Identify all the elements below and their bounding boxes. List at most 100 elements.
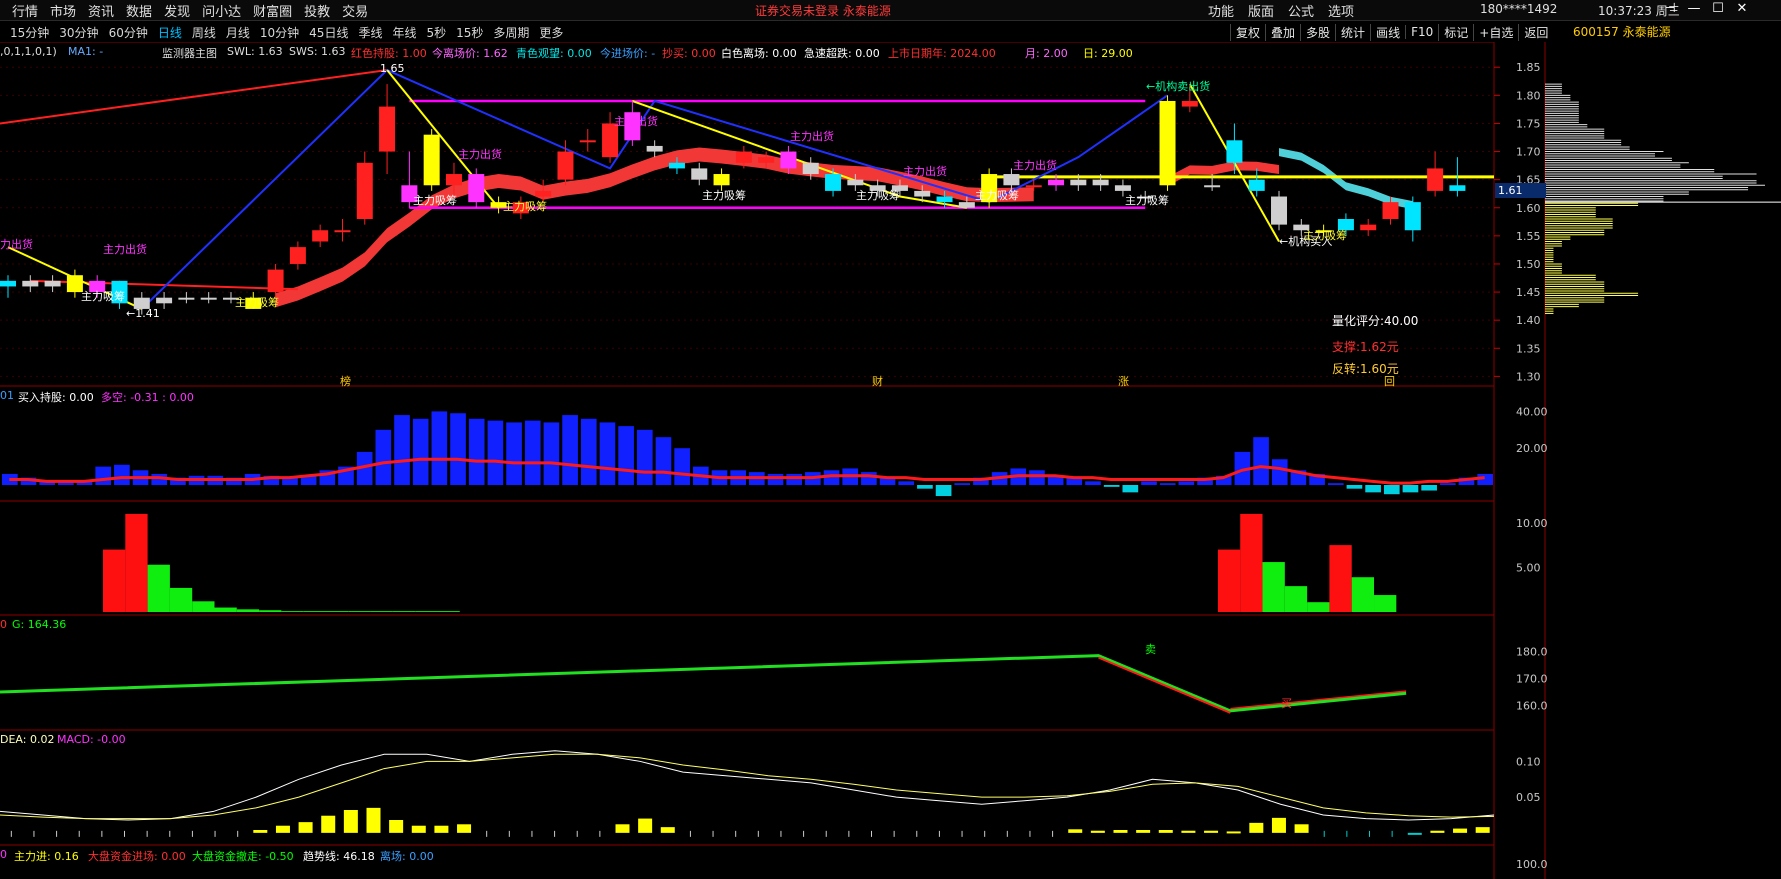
low-label: ←1.41 xyxy=(126,307,160,320)
candle-body-62 xyxy=(1382,202,1399,219)
candle-body-38 xyxy=(847,179,864,186)
p2-bar-60 xyxy=(1122,485,1139,493)
p2-bar-48 xyxy=(898,481,915,485)
ann-out-2: 主力出货 xyxy=(458,148,502,161)
candle-body-57 xyxy=(1271,196,1288,225)
p2-tick-0: 40.00 xyxy=(1516,405,1548,418)
ann-in-4: 主力吸筹 xyxy=(503,200,547,213)
tool-button-8[interactable]: 返回 xyxy=(1518,23,1553,41)
chart-area[interactable]: 1.85 1.80 1.75 1.70 1.65 1.60 1.55 1.50 1.45 1.40… xyxy=(0,42,1781,879)
candle-body-9 xyxy=(200,297,217,300)
tool-button-4[interactable]: 画线 xyxy=(1370,23,1405,41)
tab-7[interactable]: 45日线 xyxy=(309,24,348,41)
p2-bar-75 xyxy=(1402,485,1419,493)
tool-button-2[interactable]: 多股 xyxy=(1300,23,1335,41)
p3-green-13 xyxy=(303,611,326,612)
close-icon[interactable]: ✕ xyxy=(1730,1,1754,16)
tab-5[interactable]: 月线 xyxy=(226,24,250,41)
p5-macd-bar-11 xyxy=(253,830,268,833)
tool-button-5[interactable]: F10 xyxy=(1405,25,1438,39)
tab-2[interactable]: 60分钟 xyxy=(109,24,148,41)
tool-button-6[interactable]: 标记 xyxy=(1438,23,1473,41)
p5-macd-bar-65 xyxy=(1475,827,1490,833)
p5-macd-bar-63 xyxy=(1430,830,1445,833)
p4-red-line xyxy=(1230,690,1407,710)
menu-item-7[interactable]: 投教 xyxy=(304,1,330,20)
p4-tick-1: 170.0 xyxy=(1516,673,1548,686)
tab-9[interactable]: 年线 xyxy=(392,24,416,41)
tool-button-1[interactable]: 叠加 xyxy=(1265,23,1300,41)
ann-left-out: 力出货 xyxy=(0,238,33,251)
p3-red-59 xyxy=(1329,545,1352,612)
p5-macd-bar-12 xyxy=(275,825,290,833)
tab-8[interactable]: 季线 xyxy=(358,24,382,41)
right-menu-item-0[interactable]: 功能 xyxy=(1208,1,1234,20)
menu-item-8[interactable]: 交易 xyxy=(342,1,368,20)
ann-out-4: 主力出货 xyxy=(790,130,834,143)
tab-13[interactable]: 更多 xyxy=(539,24,563,41)
info-today-leave: 今离场价: 1.62 xyxy=(432,47,508,60)
menu-item-6[interactable]: 财富圈 xyxy=(253,1,292,20)
tab-10[interactable]: 5秒 xyxy=(426,24,446,41)
p2-bar-29 xyxy=(543,422,560,485)
candle-body-14 xyxy=(312,230,329,242)
p2-prefix: 01 xyxy=(0,389,14,402)
p5-macd-bar-14 xyxy=(321,815,336,833)
account-name[interactable]: 180****1492 xyxy=(1480,2,1557,16)
candle-body-61 xyxy=(1360,224,1377,231)
p2-bar-5 xyxy=(95,466,112,485)
support-price: 支撑:1.62元 xyxy=(1332,340,1399,354)
info-ma: MA1: - xyxy=(68,45,104,58)
candle-body-41 xyxy=(914,190,931,197)
candle-body-55 xyxy=(1226,140,1243,163)
candle-body-63 xyxy=(1404,202,1421,231)
tool-button-7[interactable]: +自选 xyxy=(1473,23,1518,41)
tab-0[interactable]: 15分钟 xyxy=(10,24,49,41)
ann-inst-sell: ←机构卖出货 xyxy=(1146,80,1211,93)
info-swl: SWL: 1.63 xyxy=(227,45,283,58)
tab-1[interactable]: 30分钟 xyxy=(59,24,98,41)
menu-item-4[interactable]: 发现 xyxy=(164,1,190,20)
info-today-enter: 今进场价: - xyxy=(600,47,656,60)
tab-6[interactable]: 10分钟 xyxy=(260,24,299,41)
candle-body-64 xyxy=(1427,168,1444,191)
right-menu-item-1[interactable]: 版面 xyxy=(1248,1,1274,20)
tool-button-0[interactable]: 复权 xyxy=(1230,23,1265,41)
candle-body-8 xyxy=(178,297,195,300)
pin-icon[interactable]: ⊣ xyxy=(1658,1,1682,16)
tab-3[interactable]: 日线 xyxy=(158,24,182,41)
p2-bar-49 xyxy=(917,485,933,489)
p5-macd-bar-51 xyxy=(1158,830,1173,833)
candle-body-43 xyxy=(958,202,975,208)
minimize-icon[interactable]: — xyxy=(1682,1,1706,16)
p5-macd-bar-19 xyxy=(434,825,449,833)
menu-item-5[interactable]: 问小达 xyxy=(202,1,241,20)
tab-12[interactable]: 多周期 xyxy=(493,24,529,41)
right-menu-item-2[interactable]: 公式 xyxy=(1288,1,1314,20)
p4-red-drop xyxy=(1098,656,1231,714)
menu-item-2[interactable]: 资讯 xyxy=(88,1,114,20)
p3-green-56 xyxy=(1262,562,1285,612)
menu-item-1[interactable]: 市场 xyxy=(50,1,76,20)
main-tick-label-7: 1.50 xyxy=(1516,258,1541,271)
tool-button-3[interactable]: 统计 xyxy=(1335,23,1370,41)
high-label: 1.65 xyxy=(380,62,405,75)
right-menu-item-3[interactable]: 选项 xyxy=(1328,1,1354,20)
ann-in-7: 主力吸筹 xyxy=(975,189,1019,202)
trend-ribbon-cyan xyxy=(1279,148,1413,210)
p2-bar-30 xyxy=(562,415,578,485)
p2-bar-68 xyxy=(1271,459,1288,485)
menu-item-0[interactable]: 行情 xyxy=(12,1,38,20)
p5-macd-bar-15 xyxy=(343,810,358,833)
event-cai: 财 xyxy=(872,375,883,388)
ann-out-1: 主力出货 xyxy=(103,243,147,256)
menu-item-3[interactable]: 数据 xyxy=(126,1,152,20)
tab-4[interactable]: 周线 xyxy=(192,24,216,41)
tab-11[interactable]: 15秒 xyxy=(456,24,483,41)
p3-green-7 xyxy=(169,587,193,612)
p2-bar-36 xyxy=(674,448,690,485)
p3-red-5 xyxy=(125,513,148,612)
maximize-icon[interactable]: ☐ xyxy=(1706,1,1730,16)
main-tick-label-2: 1.75 xyxy=(1516,117,1541,130)
info-bottom-buy: 抄买: 0.00 xyxy=(662,47,716,60)
